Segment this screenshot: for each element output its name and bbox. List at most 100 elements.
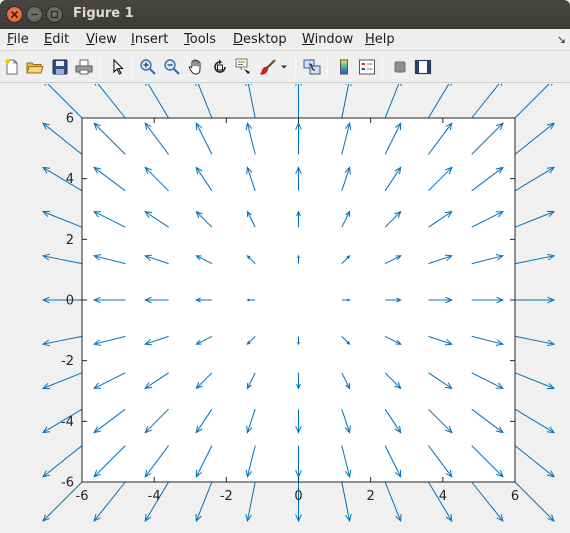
rotate-3d-icon bbox=[214, 59, 226, 73]
window-minimize-button[interactable] bbox=[26, 6, 43, 23]
open-file-icon bbox=[26, 62, 44, 74]
zoom-out-icon bbox=[164, 59, 180, 75]
quiver-arrow bbox=[471, 84, 503, 119]
quiver-arrow bbox=[384, 84, 402, 119]
quiver-arrow bbox=[471, 481, 504, 522]
y-tick-label: -4 bbox=[61, 415, 74, 430]
window-titlebar[interactable]: Figure 1 bbox=[0, 0, 570, 29]
menu-window[interactable]: Window bbox=[302, 32, 353, 47]
insert-colorbar-icon bbox=[340, 59, 348, 75]
dock-figure-icon[interactable]: ↘ bbox=[557, 33, 566, 46]
x-tick-label: -2 bbox=[220, 489, 233, 504]
zoom-out-button[interactable] bbox=[161, 56, 183, 78]
show-plot-tools-button[interactable] bbox=[412, 56, 434, 78]
y-tick-label: 2 bbox=[66, 233, 74, 248]
quiver-arrow bbox=[341, 84, 352, 119]
quiver-plot[interactable]: -6 -4 -2 0 2 4 6 -6 -4 -2 0 2 4 6 bbox=[0, 84, 570, 533]
window-maximize-button[interactable] bbox=[46, 6, 63, 23]
maximize-icon bbox=[50, 10, 59, 19]
menu-tools[interactable]: Tools bbox=[184, 32, 216, 47]
toolbar-separator bbox=[100, 57, 101, 77]
zoom-in-button[interactable] bbox=[137, 56, 159, 78]
quiver-arrow bbox=[245, 84, 256, 119]
x-tick-label: 2 bbox=[367, 489, 375, 504]
menu-bar: ↘ File Edit View Insert Tools Desktop Window He… bbox=[0, 29, 570, 51]
quiver-arrow bbox=[515, 296, 556, 304]
brush-button[interactable] bbox=[257, 56, 279, 78]
x-tick-label: 6 bbox=[511, 489, 519, 504]
quiver-arrow bbox=[245, 481, 256, 523]
x-tick-label: 4 bbox=[439, 489, 447, 504]
menu-desktop[interactable]: Desktop bbox=[233, 32, 287, 47]
menu-insert[interactable]: Insert bbox=[131, 32, 168, 47]
print-icon bbox=[75, 59, 93, 75]
edit-plot-button[interactable] bbox=[106, 56, 128, 78]
quiver-arrow bbox=[41, 166, 83, 192]
quiver-arrow bbox=[94, 84, 126, 119]
window-title: Figure 1 bbox=[73, 6, 134, 21]
x-tick-label: -4 bbox=[148, 489, 161, 504]
quiver-arrow bbox=[514, 372, 556, 390]
print-button[interactable] bbox=[73, 56, 95, 78]
quiver-arrow bbox=[145, 84, 170, 119]
open-file-button[interactable] bbox=[24, 56, 46, 78]
toolbar-separator bbox=[382, 57, 383, 77]
minimize-icon bbox=[31, 13, 38, 16]
close-icon bbox=[10, 10, 19, 19]
edit-plot-pointer-icon bbox=[113, 58, 124, 75]
y-tick-label: 0 bbox=[66, 294, 74, 309]
link-plot-button[interactable] bbox=[301, 56, 323, 78]
x-tick-label: 0 bbox=[294, 489, 302, 504]
quiver-arrow bbox=[514, 166, 556, 192]
data-cursor-icon bbox=[235, 58, 250, 74]
zoom-in-icon bbox=[140, 59, 156, 75]
show-plot-tools-icon bbox=[414, 59, 432, 75]
save-icon bbox=[52, 59, 68, 75]
quiver-arrow bbox=[42, 122, 83, 155]
chevron-down-icon bbox=[281, 65, 287, 69]
quiver-arrow bbox=[384, 481, 402, 523]
quiver-arrow bbox=[93, 481, 126, 522]
brush-icon bbox=[259, 59, 276, 75]
quiver-arrow bbox=[295, 84, 302, 118]
quiver-arrow bbox=[514, 84, 553, 119]
figure-canvas[interactable]: -6 -4 -2 0 2 4 6 -6 -4 -2 0 2 4 6 bbox=[0, 84, 570, 533]
quiver-arrow bbox=[44, 84, 83, 119]
y-tick-label: 6 bbox=[66, 112, 74, 127]
quiver-arrow bbox=[514, 253, 556, 265]
quiver-arrow bbox=[41, 210, 83, 228]
quiver-arrow bbox=[514, 210, 556, 228]
menu-edit[interactable]: Edit bbox=[44, 32, 69, 47]
menu-file[interactable]: File bbox=[7, 32, 29, 47]
toolbar-separator bbox=[327, 57, 328, 77]
window-close-button[interactable] bbox=[6, 6, 23, 23]
quiver-arrow bbox=[195, 481, 213, 523]
hide-plot-tools-icon bbox=[394, 61, 406, 73]
save-button[interactable] bbox=[49, 56, 71, 78]
new-figure-button[interactable] bbox=[1, 56, 23, 78]
pan-button[interactable] bbox=[185, 56, 207, 78]
insert-legend-button[interactable] bbox=[356, 56, 378, 78]
quiver-arrow bbox=[514, 481, 555, 522]
quiver-arrow bbox=[42, 445, 83, 478]
quiver-arrow bbox=[195, 84, 213, 119]
menu-help[interactable]: Help bbox=[365, 32, 395, 47]
quiver-arrow bbox=[514, 122, 555, 155]
rotate-3d-button[interactable] bbox=[209, 56, 231, 78]
hide-plot-tools-button[interactable] bbox=[389, 56, 411, 78]
link-plot-icon bbox=[303, 59, 321, 75]
y-tick-label: -6 bbox=[61, 476, 74, 491]
insert-legend-icon bbox=[359, 59, 375, 75]
x-tick-label: -6 bbox=[76, 489, 89, 504]
quiver-arrow bbox=[41, 296, 82, 304]
quiver-arrow bbox=[514, 445, 555, 478]
y-tick-label: -2 bbox=[61, 354, 74, 369]
new-figure-icon bbox=[5, 59, 18, 75]
toolbar-separator bbox=[132, 57, 133, 77]
pan-hand-icon bbox=[188, 59, 201, 75]
brush-dropdown-button[interactable] bbox=[279, 56, 289, 78]
insert-colorbar-button[interactable] bbox=[333, 56, 355, 78]
data-cursor-button[interactable] bbox=[233, 56, 255, 78]
y-tick-label: 4 bbox=[66, 172, 74, 187]
menu-view[interactable]: View bbox=[86, 32, 117, 47]
